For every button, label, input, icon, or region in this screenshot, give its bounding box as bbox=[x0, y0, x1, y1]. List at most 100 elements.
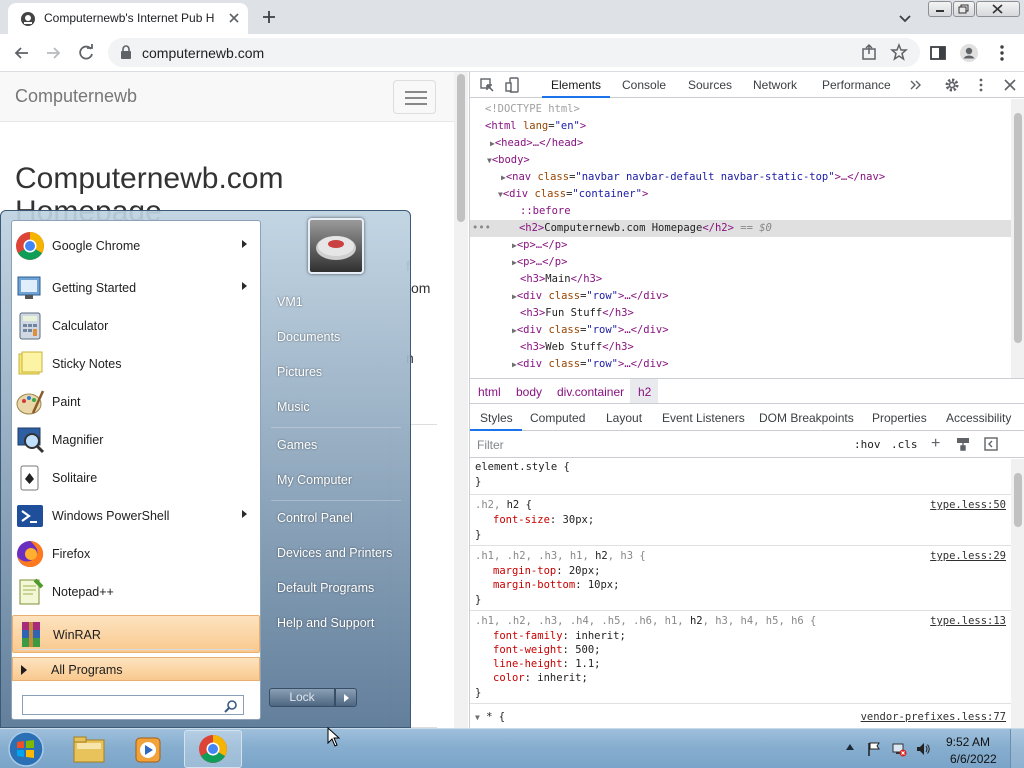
rule-source-link[interactable]: type.less:50 bbox=[930, 498, 1006, 512]
hover-state-toggle[interactable]: :hov bbox=[854, 438, 881, 451]
tab-styles[interactable]: Styles bbox=[480, 411, 513, 425]
tab-properties[interactable]: Properties bbox=[872, 411, 927, 425]
more-tabs-chevron-icon[interactable] bbox=[907, 77, 923, 93]
show-desktop-button[interactable] bbox=[1010, 729, 1024, 768]
page-scrollbar-thumb[interactable] bbox=[457, 74, 465, 222]
program-item-magnifier[interactable]: Magnifier bbox=[12, 421, 260, 459]
device-toolbar-icon[interactable] bbox=[505, 77, 521, 93]
dom-node[interactable]: ▶<head>…</head> bbox=[470, 135, 1011, 152]
dom-node[interactable]: ▶<p>…</p> bbox=[470, 254, 1011, 271]
css-declaration[interactable]: line-height: 1.1; bbox=[493, 657, 600, 671]
dom-node[interactable]: <!DOCTYPE html> bbox=[470, 101, 1011, 118]
browser-tab[interactable]: Computernewb's Internet Pub H bbox=[8, 3, 248, 34]
forward-arrow-icon[interactable] bbox=[43, 43, 63, 63]
dom-node[interactable]: ▶<div class="row">…</div> bbox=[470, 322, 1011, 339]
program-item-windows-powershell[interactable]: Windows PowerShell bbox=[12, 497, 260, 535]
dom-tree-scrollbar[interactable] bbox=[1011, 99, 1024, 378]
chevron-down-icon[interactable] bbox=[896, 9, 914, 27]
dom-node[interactable]: <html lang="en"> bbox=[470, 118, 1011, 135]
program-item-google-chrome[interactable]: Google Chrome bbox=[12, 227, 260, 265]
start-link-my-computer[interactable]: My Computer bbox=[277, 473, 352, 487]
rule-selector[interactable]: element.style { bbox=[475, 460, 570, 474]
clock-date[interactable]: 6/6/2022 bbox=[950, 752, 997, 766]
action-center-flag-icon[interactable] bbox=[866, 741, 882, 757]
page-scrollbar[interactable] bbox=[454, 72, 468, 728]
styles-filter-input[interactable]: Filter bbox=[477, 438, 504, 452]
inspect-element-icon[interactable] bbox=[479, 77, 495, 93]
tab-console[interactable]: Console bbox=[622, 78, 666, 92]
styles-scrollbar[interactable] bbox=[1011, 459, 1024, 728]
taskbar-explorer[interactable] bbox=[60, 730, 118, 768]
new-tab-icon[interactable] bbox=[260, 8, 278, 26]
dom-node[interactable]: ▶<p>…</p> bbox=[470, 237, 1011, 254]
tab-computed[interactable]: Computed bbox=[530, 411, 585, 425]
css-declaration[interactable]: margin-top: 20px; bbox=[493, 564, 600, 578]
css-declaration[interactable]: color: inherit; bbox=[493, 671, 588, 685]
volume-icon[interactable] bbox=[915, 741, 931, 757]
dom-node[interactable]: ▶<div class="row">…</div> bbox=[470, 356, 1011, 373]
dom-tree[interactable]: <!DOCTYPE html> <html lang="en"> ▶<head>… bbox=[470, 99, 1011, 378]
start-link-documents[interactable]: Documents bbox=[277, 330, 340, 344]
address-bar[interactable]: computernewb.com bbox=[108, 38, 920, 67]
start-link-games[interactable]: Games bbox=[277, 438, 317, 452]
tab-dom-breakpoints[interactable]: DOM Breakpoints bbox=[759, 411, 854, 425]
breadcrumb-item[interactable]: html bbox=[478, 385, 501, 399]
side-panel-icon[interactable] bbox=[928, 43, 948, 63]
rule-source-link[interactable]: vendor-prefixes.less:77 bbox=[861, 710, 1006, 724]
rule-source-link[interactable]: type.less:13 bbox=[930, 614, 1006, 628]
back-arrow-icon[interactable] bbox=[12, 43, 32, 63]
class-toggle[interactable]: .cls bbox=[891, 438, 918, 451]
dom-node[interactable]: <h3>Web Stuff</h3> bbox=[470, 339, 1011, 356]
dom-node[interactable]: <h3>Fun Stuff</h3> bbox=[470, 305, 1011, 322]
taskbar-media-player[interactable] bbox=[121, 730, 179, 768]
rule-selector[interactable]: .h1, .h2, .h3, h1, h2, h3 { bbox=[475, 549, 646, 563]
program-item-getting-started[interactable]: Getting Started bbox=[12, 269, 260, 307]
new-style-rule-icon[interactable]: + bbox=[931, 435, 940, 453]
start-orb-icon[interactable] bbox=[6, 730, 46, 768]
dom-node[interactable]: ▶<div class="row">…</div> bbox=[470, 288, 1011, 305]
start-link-devices-and-printers[interactable]: Devices and Printers bbox=[277, 546, 392, 560]
css-declaration[interactable]: margin-bottom: 10px; bbox=[493, 578, 619, 592]
window-close-button[interactable] bbox=[976, 1, 1020, 17]
submenu-arrow-icon[interactable] bbox=[242, 282, 247, 290]
rule-source-link[interactable]: type.less:29 bbox=[930, 549, 1006, 563]
close-tab-icon[interactable] bbox=[226, 10, 242, 26]
profile-avatar-icon[interactable] bbox=[959, 43, 979, 63]
tab-event-listeners[interactable]: Event Listeners bbox=[662, 411, 745, 425]
tab-layout[interactable]: Layout bbox=[606, 411, 642, 425]
clock-time[interactable]: 9:52 AM bbox=[946, 735, 990, 749]
dom-node-selected[interactable]: ••• <h2>Computernewb.com Homepage</h2> ==… bbox=[470, 220, 1011, 237]
more-dots-icon[interactable]: ••• bbox=[470, 222, 491, 234]
program-item-calculator[interactable]: Calculator bbox=[12, 307, 260, 345]
styles-scrollbar-thumb[interactable] bbox=[1014, 473, 1022, 527]
rule-selector[interactable]: ▼ * { bbox=[475, 710, 505, 724]
tab-accessibility[interactable]: Accessibility bbox=[946, 411, 1011, 425]
site-brand-link[interactable]: Computernewb bbox=[15, 86, 137, 107]
expand-triangle-icon[interactable]: ▼ bbox=[475, 713, 480, 722]
program-item-paint[interactable]: Paint bbox=[12, 383, 260, 421]
start-link-music[interactable]: Music bbox=[277, 400, 310, 414]
start-link-control-panel[interactable]: Control Panel bbox=[277, 511, 353, 525]
search-icon[interactable] bbox=[223, 698, 239, 714]
dom-tree-scrollbar-thumb[interactable] bbox=[1014, 113, 1022, 343]
devtools-menu-icon[interactable] bbox=[973, 77, 989, 93]
window-restore-button[interactable] bbox=[953, 1, 975, 17]
start-link-pictures[interactable]: Pictures bbox=[277, 365, 322, 379]
start-link-user[interactable]: VM1 bbox=[277, 295, 303, 309]
bookmark-star-icon[interactable] bbox=[890, 43, 908, 61]
window-minimize-button[interactable] bbox=[928, 1, 952, 17]
start-search-input[interactable] bbox=[22, 695, 244, 715]
settings-gear-icon[interactable] bbox=[944, 77, 960, 93]
program-item-firefox[interactable]: Firefox bbox=[12, 535, 260, 573]
rule-selector[interactable]: .h1, .h2, .h3, .h4, .h5, .h6, h1, h2, h3… bbox=[475, 614, 816, 628]
program-item-solitaire[interactable]: Solitaire bbox=[12, 459, 260, 497]
dom-node[interactable]: ::before bbox=[470, 203, 1011, 220]
shutdown-options-button[interactable] bbox=[335, 688, 357, 707]
lock-icon[interactable] bbox=[120, 45, 132, 59]
start-link-help-and-support[interactable]: Help and Support bbox=[277, 616, 374, 630]
taskbar-chrome[interactable] bbox=[184, 730, 242, 768]
paint-roller-icon[interactable] bbox=[956, 437, 970, 451]
program-item-winrar[interactable]: WinRAR bbox=[12, 615, 260, 653]
breadcrumb-item[interactable]: body bbox=[516, 385, 542, 399]
toggle-sidebar-icon[interactable] bbox=[984, 437, 998, 451]
